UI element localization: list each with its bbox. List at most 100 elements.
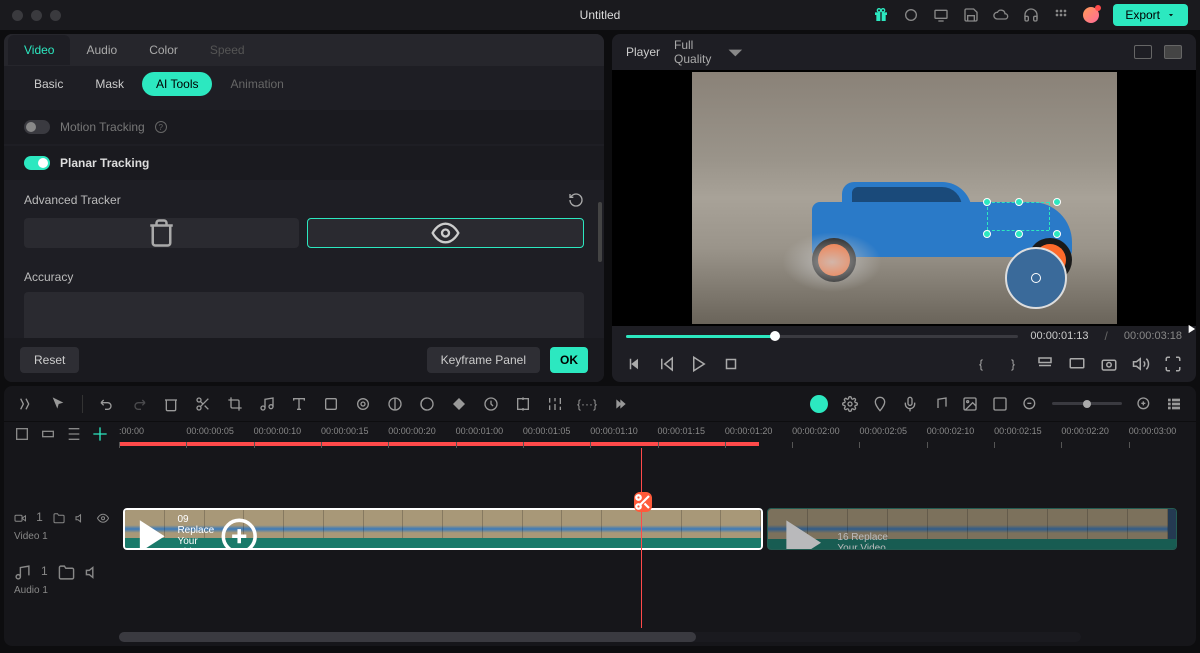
shape-icon[interactable] bbox=[323, 396, 339, 412]
play-button[interactable] bbox=[690, 355, 708, 373]
tab-video[interactable]: Video bbox=[8, 35, 70, 65]
subtab-basic[interactable]: Basic bbox=[20, 72, 77, 96]
ai-smart-icon[interactable] bbox=[810, 395, 828, 413]
keyframe-panel-button[interactable]: Keyframe Panel bbox=[427, 347, 540, 373]
audio-track-label: Audio 1 bbox=[14, 585, 109, 596]
music-icon[interactable] bbox=[259, 396, 275, 412]
ripple-tool-icon[interactable] bbox=[18, 396, 34, 412]
split-icon[interactable] bbox=[195, 396, 211, 412]
folder-icon[interactable] bbox=[58, 564, 75, 581]
gift-icon[interactable] bbox=[873, 7, 889, 23]
minimize-window[interactable] bbox=[31, 10, 42, 21]
keyframe-icon[interactable] bbox=[451, 396, 467, 412]
clip-1[interactable]: 09 Replace Your Video bbox=[123, 508, 763, 550]
ruler-tick: 00:00:02:15 bbox=[994, 422, 1061, 448]
record-icon[interactable] bbox=[903, 7, 919, 23]
accuracy-dropdown[interactable]: Default bbox=[24, 292, 584, 338]
mute-icon[interactable] bbox=[85, 564, 102, 581]
tab-audio[interactable]: Audio bbox=[70, 35, 133, 65]
transition-icon[interactable] bbox=[387, 396, 403, 412]
scrubber-handle[interactable] bbox=[770, 331, 780, 341]
stop-button[interactable] bbox=[722, 355, 740, 373]
render-icon[interactable] bbox=[992, 396, 1008, 412]
motion-tracking-toggle[interactable] bbox=[24, 120, 50, 134]
ruler-icon-3[interactable] bbox=[66, 426, 82, 442]
speed-icon[interactable] bbox=[483, 396, 499, 412]
export-button[interactable]: Export bbox=[1113, 4, 1188, 26]
planar-tracking-toggle[interactable] bbox=[24, 156, 50, 170]
avatar-icon[interactable] bbox=[1083, 7, 1099, 23]
play-overlay-icon[interactable] bbox=[1184, 322, 1196, 339]
close-window[interactable] bbox=[12, 10, 23, 21]
more-tool-icon[interactable]: {···} bbox=[579, 396, 595, 412]
zoom-out-icon[interactable] bbox=[1022, 396, 1038, 412]
compare-view-icon[interactable] bbox=[1134, 45, 1152, 59]
tracker-delete-button[interactable] bbox=[24, 218, 299, 248]
tracker-reset-icon[interactable] bbox=[568, 192, 584, 208]
ok-button[interactable]: OK bbox=[550, 347, 588, 373]
ruler-icon-4[interactable] bbox=[92, 426, 108, 442]
delete-icon[interactable] bbox=[163, 396, 179, 412]
save-icon[interactable] bbox=[963, 7, 979, 23]
mic-icon[interactable] bbox=[902, 396, 918, 412]
ruler-tick: 00:00:01:05 bbox=[523, 422, 590, 448]
clip-2[interactable]: 16 Replace Your Video bbox=[767, 508, 1177, 550]
expand-icon[interactable] bbox=[611, 396, 627, 412]
scrollbar-thumb[interactable] bbox=[119, 632, 696, 642]
scrollbar-vertical[interactable] bbox=[598, 202, 602, 262]
timeline-scrollbar[interactable] bbox=[119, 632, 1081, 642]
text-icon[interactable] bbox=[291, 396, 307, 412]
snapshot-icon[interactable] bbox=[1100, 355, 1118, 373]
adjust-icon[interactable] bbox=[547, 396, 563, 412]
monitor-icon[interactable] bbox=[933, 7, 949, 23]
undo-icon[interactable] bbox=[99, 396, 115, 412]
effects-icon[interactable] bbox=[355, 396, 371, 412]
total-time: 00:00:03:18 bbox=[1124, 330, 1182, 342]
subtab-animation[interactable]: Animation bbox=[216, 72, 297, 96]
scrubber-track[interactable] bbox=[626, 335, 1018, 338]
zoom-slider[interactable] bbox=[1052, 402, 1122, 405]
cut-marker[interactable] bbox=[634, 492, 652, 512]
audio-mix-icon[interactable] bbox=[932, 396, 948, 412]
tracker-preview-button[interactable] bbox=[307, 218, 584, 248]
reset-button[interactable]: Reset bbox=[20, 347, 79, 373]
selection-tool-icon[interactable] bbox=[50, 396, 66, 412]
subtab-mask[interactable]: Mask bbox=[81, 72, 138, 96]
volume-icon[interactable] bbox=[1132, 355, 1150, 373]
fullscreen-icon[interactable] bbox=[1164, 355, 1182, 373]
prev-frame-button[interactable] bbox=[626, 355, 644, 373]
crop-icon[interactable] bbox=[227, 396, 243, 412]
headphones-icon[interactable] bbox=[1023, 7, 1039, 23]
planar-track-overlay[interactable] bbox=[987, 202, 1057, 237]
visibility-icon[interactable] bbox=[97, 510, 109, 527]
mute-icon[interactable] bbox=[75, 510, 87, 527]
mark-in-icon[interactable]: { bbox=[972, 355, 990, 373]
redo-icon[interactable] bbox=[131, 396, 147, 412]
play-backward-button[interactable] bbox=[658, 355, 676, 373]
subtab-ai-tools[interactable]: AI Tools bbox=[142, 72, 212, 96]
playhead[interactable] bbox=[641, 448, 642, 628]
tracking-icon[interactable] bbox=[515, 396, 531, 412]
tab-speed[interactable]: Speed bbox=[194, 35, 261, 65]
maximize-window[interactable] bbox=[50, 10, 61, 21]
timeline-ruler[interactable]: :00:0000:00:00:0500:00:00:1000:00:00:150… bbox=[4, 422, 1196, 448]
gear-icon[interactable] bbox=[842, 396, 858, 412]
video-preview[interactable] bbox=[612, 70, 1196, 326]
zoom-in-icon[interactable] bbox=[1136, 396, 1152, 412]
folder-icon[interactable] bbox=[53, 510, 65, 527]
marker-icon[interactable] bbox=[1036, 355, 1054, 373]
thumbnail-icon[interactable] bbox=[962, 396, 978, 412]
tab-color[interactable]: Color bbox=[133, 35, 194, 65]
list-view-icon[interactable] bbox=[1166, 396, 1182, 412]
mark-out-icon[interactable]: } bbox=[1004, 355, 1022, 373]
apps-icon[interactable] bbox=[1053, 7, 1069, 23]
quality-dropdown[interactable]: Full Quality bbox=[674, 36, 752, 69]
marker-tool-icon[interactable] bbox=[872, 396, 888, 412]
display-icon[interactable] bbox=[1068, 355, 1086, 373]
gallery-view-icon[interactable] bbox=[1164, 45, 1182, 59]
color-icon[interactable] bbox=[419, 396, 435, 412]
ruler-icon-2[interactable] bbox=[40, 426, 56, 442]
cloud-icon[interactable] bbox=[993, 7, 1009, 23]
ruler-icon-1[interactable] bbox=[14, 426, 30, 442]
help-icon[interactable]: ? bbox=[155, 121, 167, 133]
